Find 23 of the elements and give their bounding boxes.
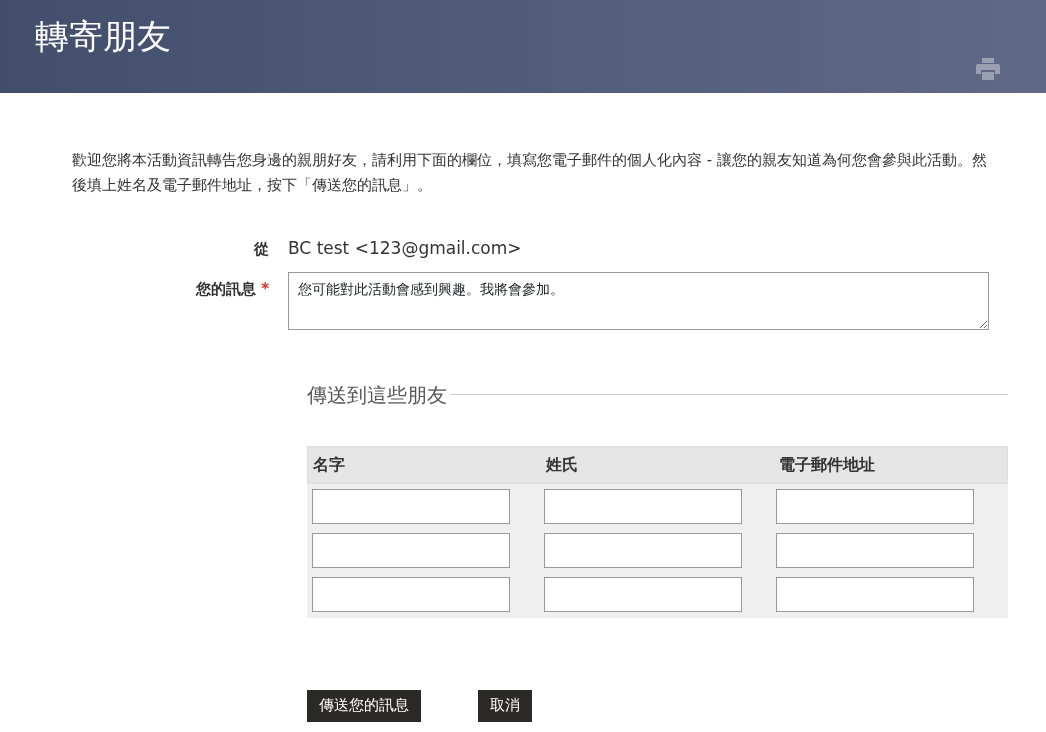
message-label: 您的訊息 [195,279,256,298]
email-field[interactable] [776,488,974,524]
email-field[interactable] [776,532,974,568]
sender-text: BC test <123@gmail.com> [288,237,522,260]
intro-paragraph: 歡迎您將本活動資訊轉告您身邊的親朋好友，請利用下面的欄位，填寫您電子郵件的個人化內容 - 讓您的親友知道為何您會參與此活動。然後填上姓名及電子郵件地址，按下「傳送您的訊息」。 [72,150,988,196]
name-field[interactable] [544,576,742,612]
send-button[interactable]: 傳送您的訊息 [307,689,421,722]
message-field[interactable]: 您可能對此活動會感到興趣。我將會參加。 [288,271,989,330]
email-field[interactable] [776,576,974,612]
section-legend: 傳送到這些朋友 [307,379,447,410]
column-header: 名字 [313,454,345,474]
name-field[interactable] [544,532,742,568]
page-title: 轉寄朋友 [35,15,171,58]
name-field[interactable] [312,576,510,612]
required-mark: * [261,279,269,298]
from-label: 從 [253,238,270,260]
name-field[interactable] [312,532,510,568]
column-header: 姓氏 [546,454,578,474]
name-field[interactable] [312,488,510,524]
print-icon[interactable] [976,58,1000,80]
column-header: 電子郵件地址 [779,454,875,474]
cancel-button[interactable]: 取消 [478,689,532,722]
name-field[interactable] [544,488,742,524]
